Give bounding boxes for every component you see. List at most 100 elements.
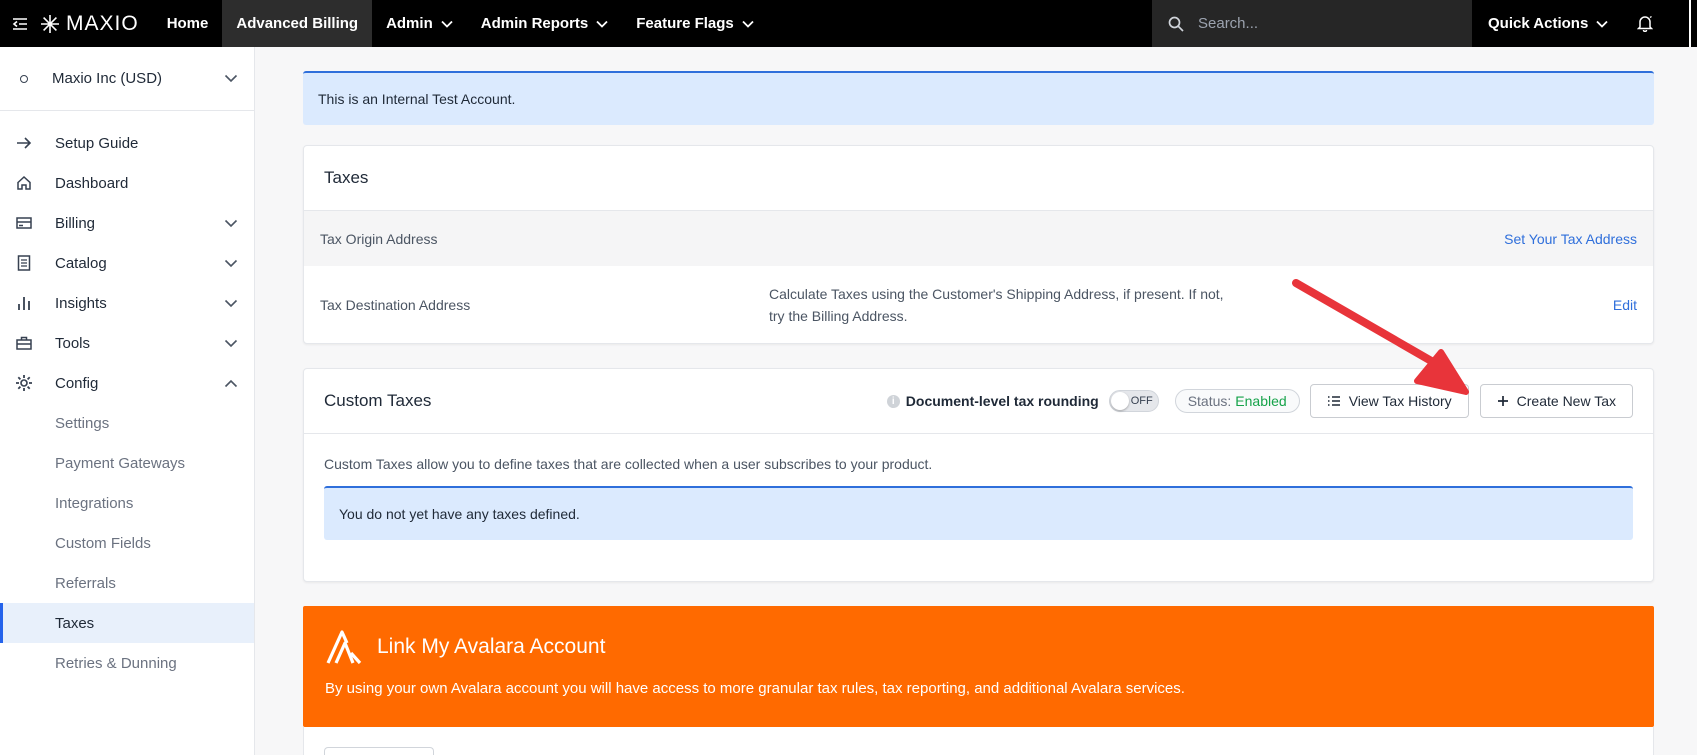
main-content: This is an Internal Test Account. Taxes … [303,71,1654,755]
custom-taxes-card: Custom Taxes i Document-level tax roundi… [303,368,1654,582]
sidebar-item-insights[interactable]: Insights [0,283,254,323]
chevron-down-icon [224,259,238,267]
nav-admin-reports-label: Admin Reports [480,15,589,32]
sidebar-item-label: Billing [55,214,96,232]
plus-icon [1497,396,1508,406]
avalara-description: By using your own Avalara account you wi… [325,680,1185,697]
search-icon [1168,16,1184,32]
chevron-down-icon [742,20,754,28]
sidebar-sub-custom-fields[interactable]: Custom Fields [0,523,254,563]
custom-taxes-title: Custom Taxes [324,391,432,410]
set-tax-address-link[interactable]: Set Your Tax Address [1504,231,1637,247]
quick-actions-button[interactable]: Quick Actions [1472,0,1624,47]
nav-home[interactable]: Home [153,0,223,47]
chevron-down-icon [596,20,608,28]
briefcase-icon [14,333,34,353]
sidebar-sub-integrations[interactable]: Integrations [0,483,254,523]
chevron-down-icon [224,219,238,227]
avalara-logo-icon [326,630,362,665]
home-icon [14,173,34,193]
account-switcher[interactable]: Maxio Inc (USD) [0,47,254,111]
chevron-down-icon [224,339,238,347]
sidebar-item-dashboard[interactable]: Dashboard [0,163,254,203]
edit-destination-link[interactable]: Edit [1613,297,1637,313]
view-tax-history-button[interactable]: View Tax History [1309,384,1469,418]
billing-icon [14,213,34,233]
chevron-down-icon [441,20,453,28]
sidebar-menu: Setup Guide Dashboard Billing Catalog In… [0,111,254,683]
create-new-tax-label: Create New Tax [1516,393,1616,409]
nav-feature-flags[interactable]: Feature Flags [622,0,768,47]
tax-destination-description: Calculate Taxes using the Customer's Shi… [769,283,1259,327]
sidebar-sub-settings[interactable]: Settings [0,403,254,443]
sidebar-item-label: Dashboard [55,174,129,192]
maxio-logo[interactable]: MAXIO [40,12,153,36]
nav-feature-flags-label: Feature Flags [636,15,734,32]
sidebar-item-catalog[interactable]: Catalog [0,243,254,283]
notifications-bell-icon[interactable] [1630,0,1660,47]
list-icon [1327,396,1340,406]
tax-rounding-label: Document-level tax rounding [905,393,1099,409]
tax-origin-row: Tax Origin Address Set Your Tax Address [304,211,1653,266]
account-name: Maxio Inc (USD) [52,70,163,87]
catalog-icon [14,253,34,273]
menu-collapse-icon[interactable] [0,0,40,47]
info-icon[interactable]: i [886,394,900,408]
sidebar-item-tools[interactable]: Tools [0,323,254,363]
top-navigation-bar: MAXIO Home Advanced Billing Admin Admin … [0,0,1697,47]
taxes-card: Taxes Tax Origin Address Set Your Tax Ad… [303,145,1654,344]
account-status-icon [20,74,28,83]
global-search [1152,0,1472,47]
brand-name: MAXIO [66,11,139,35]
sidebar-item-setup-guide[interactable]: Setup Guide [0,123,254,163]
tax-rounding-toggle[interactable]: OFF [1108,390,1159,412]
tax-destination-text-line1: Calculate Taxes using the Customer's Shi… [769,285,1224,302]
sidebar-sub-referrals[interactable]: Referrals [0,563,254,603]
chevron-down-icon [224,74,238,83]
bar-chart-icon [14,293,34,313]
sidebar-sub-payment-gateways[interactable]: Payment Gateways [0,443,254,483]
view-tax-history-label: View Tax History [1348,393,1452,409]
avalara-form-area [303,727,1654,755]
tax-origin-label: Tax Origin Address [320,230,438,247]
sidebar-item-config[interactable]: Config [0,363,254,403]
toggle-knob [1110,392,1129,410]
chevron-up-icon [224,379,238,387]
nav-home-label: Home [166,15,209,32]
sidebar-item-label: Insights [55,294,107,312]
nav-admin[interactable]: Admin [372,0,467,47]
avalara-connect-button[interactable] [324,747,434,755]
nav-admin-label: Admin [386,15,433,32]
taxes-title: Taxes [304,146,1653,211]
nav-advanced-billing-label: Advanced Billing [236,15,359,32]
maxio-logo-icon [41,14,59,33]
sidebar: Maxio Inc (USD) Setup Guide Dashboard Bi… [0,47,255,755]
create-new-tax-button[interactable]: Create New Tax [1479,384,1633,418]
nav-admin-reports[interactable]: Admin Reports [467,0,623,47]
window-edge [1686,0,1697,47]
sidebar-item-billing[interactable]: Billing [0,203,254,243]
arrow-right-icon [14,133,34,153]
chevron-down-icon [1596,20,1608,28]
chevron-down-icon [224,299,238,307]
search-input[interactable] [1198,15,1448,32]
avalara-title[interactable]: Link My Avalara Account [377,635,605,659]
status-value: Enabled [1235,393,1287,409]
sidebar-item-label: Tools [55,334,91,352]
tax-destination-text-line2: try the Billing Address. [769,307,908,324]
sidebar-item-label: Catalog [55,254,107,272]
quick-actions-label: Quick Actions [1488,15,1589,32]
nav-advanced-billing[interactable]: Advanced Billing [222,0,373,47]
tax-destination-label: Tax Destination Address [320,296,471,313]
sidebar-item-label: Setup Guide [55,134,139,152]
status-badge: Status: Enabled [1174,389,1300,413]
test-account-banner: This is an Internal Test Account. [303,71,1654,125]
sidebar-item-label: Config [55,374,99,392]
sidebar-sub-retries-dunning[interactable]: Retries & Dunning [0,643,254,683]
custom-taxes-description: Custom Taxes allow you to define taxes t… [324,456,933,472]
sidebar-sub-taxes[interactable]: Taxes [0,603,254,643]
gear-icon [14,373,34,393]
no-taxes-message: You do not yet have any taxes defined. [324,486,1633,540]
avalara-panel: Link My Avalara Account By using your ow… [303,606,1654,727]
tax-destination-row: Tax Destination Address Calculate Taxes … [304,266,1653,343]
